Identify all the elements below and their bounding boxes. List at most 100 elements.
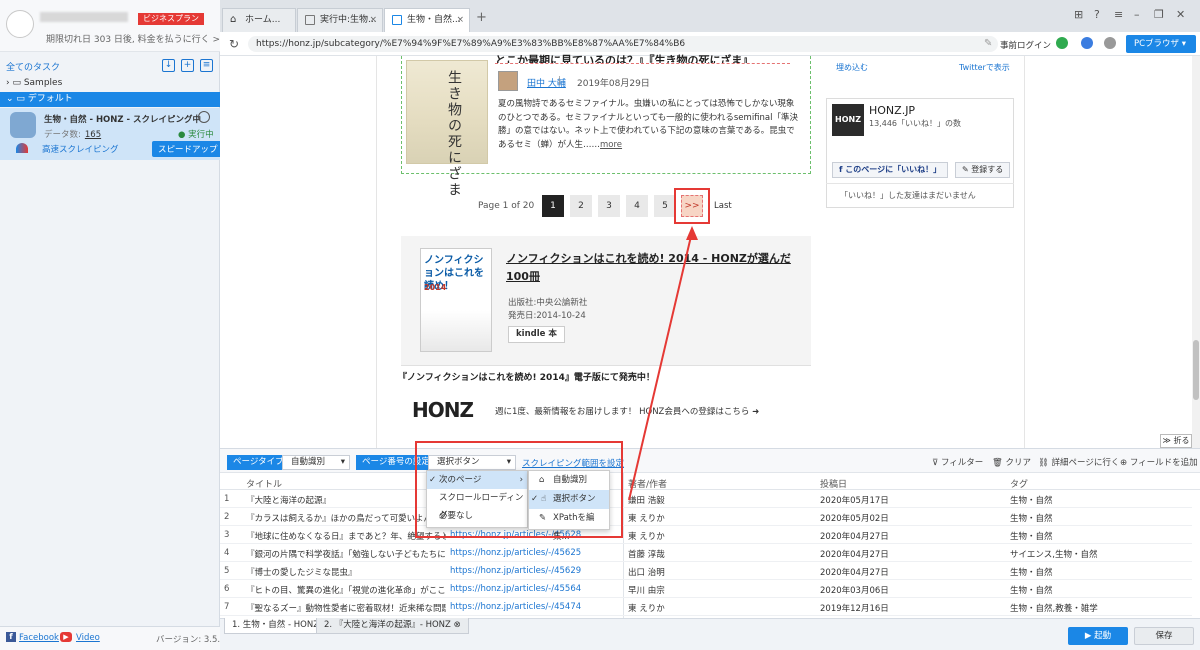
table-row[interactable]: 1 『大陸と海洋の起源』 鎌田 浩毅 2020年05月17日 生物・自然 <box>220 491 1192 508</box>
new-tab-button[interactable]: + <box>476 10 487 25</box>
table-cell-tag: 生物・自然,教養・雑学 <box>1010 604 1098 614</box>
fb-like-button[interactable]: f このページに「いいね！」 <box>832 162 949 178</box>
table-cell-url[interactable]: https://honz.jp/articles/-/45564 <box>450 584 620 594</box>
signup-promo[interactable]: 週に1度、最新情報をお届けします！ HONZ会員への登録はこちら ➜ <box>495 405 759 417</box>
table-cell-date: 2020年04月27日 <box>820 532 889 542</box>
fb-page-name[interactable]: HONZ.JP <box>869 104 915 117</box>
page-button[interactable]: 5 <box>654 195 676 217</box>
close-icon[interactable]: ⊗ <box>454 620 461 630</box>
table-row[interactable]: 5 『博士の愛したジミな昆虫』 https://honz.jp/articles/-… <box>220 563 1192 580</box>
import-icon[interactable]: ↓ <box>162 59 175 72</box>
table-row[interactable]: 3 『地球に住めなくなる日』まであと？年、絶望すると... https://honz… <box>220 527 1192 544</box>
table-cell-n: 3 <box>224 530 230 540</box>
table-row[interactable]: 6 『ヒトの目、驚異の進化』「視覚の進化革命」がここ... https://honz… <box>220 581 1192 598</box>
tab-current[interactable]: 生物・自然... × <box>384 8 470 32</box>
scrollbar-thumb[interactable] <box>1193 340 1199 400</box>
table-row[interactable]: 7 『聖なるズー』動物性愛者に密着取材！近来稀な問題... https://honz… <box>220 599 1192 616</box>
column-header[interactable]: 著者/作者 <box>628 477 667 490</box>
table-row[interactable]: 4 『銀河の片隅で科学夜話』「勉強しない子どもたちに... https://honz… <box>220 545 1192 562</box>
help-icon[interactable]: ? <box>1094 8 1100 21</box>
video-icon: ▶ <box>60 632 72 642</box>
last-page-link[interactable]: Last <box>714 201 732 211</box>
table-cell-author: 早川 由宗 <box>628 586 665 596</box>
group-default[interactable]: ⌄ ▭ デフォルト <box>0 92 220 107</box>
all-tasks-label[interactable]: 全てのタスク <box>6 60 60 73</box>
url-input[interactable]: https://honz.jp/subcategory/%E7%94%9F%E7… <box>248 36 998 52</box>
refresh-icon[interactable]: ↻ <box>229 37 239 51</box>
trash-icon: 🗑 <box>992 458 1003 468</box>
action-label: フィルター <box>940 458 984 468</box>
collapse-button[interactable]: ≫ 折る <box>1160 434 1192 448</box>
twitter-link[interactable]: Twitterで表示 <box>959 62 1010 73</box>
page-button[interactable]: 2 <box>570 195 592 217</box>
data-count-value[interactable]: 165 <box>85 130 101 140</box>
edit-icon[interactable]: ✎ <box>984 38 992 49</box>
stop-icon[interactable] <box>198 111 210 123</box>
browser-label: PCブラウザ <box>1134 39 1180 49</box>
minimize-icon[interactable]: – <box>1134 8 1140 21</box>
pc-browser-button[interactable]: PCブラウザ ▾ <box>1126 35 1196 53</box>
tab-label: 実行中:生物... <box>320 15 377 25</box>
action-label: 詳細ページに行く <box>1051 458 1120 468</box>
honz-page-logo[interactable]: HONZ <box>832 104 864 136</box>
avatar[interactable] <box>6 10 34 38</box>
close-window-icon[interactable]: ✕ <box>1176 8 1185 21</box>
menu-icon[interactable]: ≡ <box>1114 8 1123 21</box>
save-button[interactable]: 保存 <box>1134 627 1194 645</box>
ad-block-icon[interactable] <box>1056 37 1068 49</box>
fb-friends-text: 「いいね！」した友達はまだいません <box>840 191 976 200</box>
table-cell-url[interactable]: https://honz.jp/articles/-/45474 <box>450 602 620 612</box>
facebook-link[interactable]: Facebook <box>19 633 59 643</box>
fb-follow-button[interactable]: ✎ 登録する <box>955 162 1011 178</box>
plus-circle-icon: ⊕ <box>1120 458 1128 468</box>
restore-icon[interactable]: ❐ <box>1154 8 1164 21</box>
column-header[interactable]: 投稿日 <box>820 477 847 490</box>
column-header[interactable]: タグ <box>1010 477 1028 490</box>
version-label: バージョン: 3.5.0 <box>156 635 226 645</box>
login-button[interactable]: 事前ログイン <box>1000 39 1051 51</box>
page-button[interactable]: 3 <box>598 195 620 217</box>
bottom-tab-1[interactable]: 1. 生物・自然 - HONZ <box>224 618 328 634</box>
more-link[interactable]: more <box>600 140 622 150</box>
link-icon: ⛓ <box>1038 458 1049 468</box>
page-button[interactable]: 4 <box>626 195 648 217</box>
table-cell-date: 2020年03月06日 <box>820 586 889 596</box>
table-cell-n: 2 <box>224 512 230 522</box>
start-button[interactable]: ▶ 起動 <box>1068 627 1128 645</box>
column-header[interactable]: タイトル <box>246 477 282 490</box>
article-heading[interactable]: とこか最期に見ているのは？』『生き物の死にざま』 <box>495 52 790 64</box>
table-row[interactable]: 2 『カラスは飼えるか』ほかの鳥だって可愛いよん... 東 えりか 2020年05月0… <box>220 509 1192 526</box>
page-type-select[interactable]: 自動識別 ▾ <box>282 455 350 470</box>
promo-text: 週に1度、最新情報をお届けします！ HONZ会員への登録はこちら <box>495 407 750 417</box>
page-button[interactable]: 1 <box>542 195 564 217</box>
filter-button[interactable]: ⊽ フィルター <box>932 456 983 468</box>
tab-home[interactable]: ⌂ ホーム... <box>222 8 296 32</box>
tab-running[interactable]: 実行中:生物... × <box>297 8 383 32</box>
table-cell-date: 2020年04月27日 <box>820 568 889 578</box>
settings-icon[interactable]: ≡ <box>200 59 213 72</box>
chevron-down-icon: ▾ <box>340 457 345 467</box>
close-icon[interactable]: × <box>456 9 464 31</box>
clear-button[interactable]: 🗑 クリア <box>992 456 1031 468</box>
honz-logo[interactable]: HONZ <box>412 398 474 422</box>
proxy-icon[interactable] <box>1104 37 1116 49</box>
group-samples[interactable]: › ▭ Samples <box>0 76 220 91</box>
add-field-button[interactable]: ⊕ フィールドを追加 <box>1120 456 1198 468</box>
fb-like-count: 13,446「いいね！」の数 <box>869 119 961 128</box>
arrow-right-icon: ➜ <box>752 407 760 417</box>
detail-page-button[interactable]: ⛓ 詳細ページに行く <box>1038 456 1119 468</box>
table-cell-author: 東 えりか <box>628 532 665 542</box>
embed-link[interactable]: 埋め込む <box>836 62 868 73</box>
speed-up-button[interactable]: スピードアップ <box>152 141 224 157</box>
kindle-button[interactable]: kindle 本 <box>508 326 565 343</box>
table-cell-url[interactable]: https://honz.jp/articles/-/45625 <box>450 548 620 558</box>
new-folder-icon[interactable]: + <box>181 59 194 72</box>
gift-icon[interactable]: ⊞ <box>1074 8 1083 21</box>
video-link[interactable]: Video <box>76 633 100 643</box>
close-icon[interactable]: × <box>369 9 377 31</box>
extension-icon[interactable] <box>1081 37 1093 49</box>
expiry-link[interactable]: 期限切れ日 303 日後, 料金を払うに行く >> <box>46 32 228 45</box>
bottom-tab-2[interactable]: 2. 『大陸と海洋の起源』- HONZ ⊗ <box>316 618 469 634</box>
book-title-link[interactable]: ノンフィクションはこれを読め! 2014 - HONZが選んだ100冊 <box>506 250 791 286</box>
table-cell-url[interactable]: https://honz.jp/articles/-/45629 <box>450 566 620 576</box>
